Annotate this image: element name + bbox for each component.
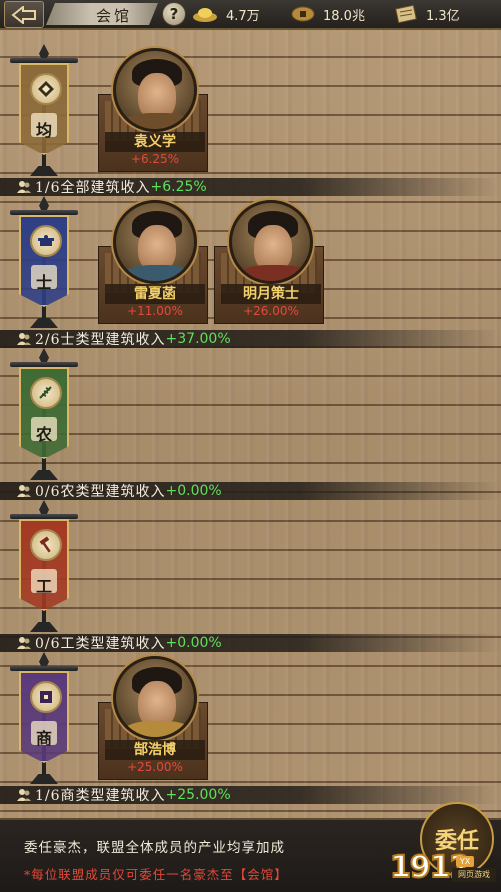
- diamond-emblem-icon: [30, 73, 62, 105]
- banner-char: 士: [35, 273, 52, 292]
- banner-flag-trade[interactable]: 商: [10, 652, 78, 792]
- watermark-subtitle: 网页游戏: [452, 868, 496, 882]
- top-bar: 会馆 ? 4.7万 18.0兆 1.3亿: [0, 0, 501, 30]
- bonus-percent: +0.00%: [165, 635, 222, 651]
- banner-flag-scholar[interactable]: 士: [10, 196, 78, 336]
- hero-card[interactable]: 郜浩博 +25.00%: [105, 656, 205, 776]
- resource-silver: 4.7万: [192, 3, 260, 25]
- coin-icon: [291, 6, 315, 22]
- scholar-hat-emblem-icon: [30, 225, 62, 257]
- help-button[interactable]: ?: [162, 2, 186, 26]
- people-icon: [17, 637, 31, 649]
- bonus-bar-all: 1/6全部建筑收入 +6.25%: [0, 178, 501, 196]
- section-farm: 农 0/6农类型建筑收入 +0.00%: [0, 348, 501, 500]
- banner-cloth: 商: [19, 671, 69, 763]
- hero-bonus: +26.00%: [243, 304, 299, 318]
- wheat-emblem-icon: [30, 377, 62, 409]
- hero-card[interactable]: 雷夏菡 +11.00%: [105, 200, 205, 320]
- footer-description: 委任豪杰，联盟全体成员的产业均享加成: [24, 840, 285, 856]
- resource-coin: 18.0兆: [291, 3, 365, 25]
- watermark-yx-badge: YX: [456, 856, 474, 867]
- bonus-percent: +0.00%: [165, 483, 222, 499]
- bonus-percent: +25.00%: [165, 787, 231, 803]
- hero-robe: [238, 265, 310, 281]
- flag-crossbar: [10, 514, 78, 519]
- banner-flag-all[interactable]: 均: [10, 44, 78, 184]
- people-icon: [17, 485, 31, 497]
- hero-portrait: [113, 656, 197, 740]
- section-craft: 工 0/6工类型建筑收入 +0.00%: [0, 500, 501, 652]
- hero-bonus: +11.00%: [127, 304, 183, 318]
- flag-crossbar: [10, 58, 78, 63]
- hero-robe: [122, 113, 194, 129]
- flag-crossbar: [10, 210, 78, 215]
- footer-note: *每位联盟成员仅可委任一名豪杰至【会馆】: [24, 867, 288, 882]
- flag-crossbar: [10, 362, 78, 367]
- coin-emblem-icon: [30, 681, 62, 713]
- hero-card[interactable]: 袁义学 +6.25%: [105, 48, 205, 168]
- banner-char: 工: [35, 577, 52, 596]
- bonus-text: 0/6农类型建筑收入: [35, 484, 166, 500]
- hero-portrait: [229, 200, 313, 284]
- hero-portrait: [113, 200, 197, 284]
- page-title: 会馆: [96, 7, 133, 25]
- flag-base: [30, 318, 58, 328]
- section-scholar: 士 2/6士类型建筑收入 +37.00% 雷夏菡 +11.00% 明月策士 +2…: [0, 196, 501, 348]
- people-icon: [17, 181, 31, 193]
- banner-flag-craft[interactable]: 工: [10, 500, 78, 640]
- resource-scroll-value: 1.3亿: [426, 8, 460, 24]
- people-icon: [17, 789, 31, 801]
- bonus-text: 1/6全部建筑收入: [35, 180, 151, 196]
- banner-char: 农: [35, 425, 52, 444]
- hammer-emblem-icon: [30, 529, 62, 561]
- resource-scroll: 1.3亿: [394, 3, 460, 25]
- flag-base: [30, 622, 58, 632]
- back-arrow-icon: [11, 5, 36, 24]
- bonus-bar-trade: 1/6商类型建筑收入 +25.00%: [0, 786, 501, 804]
- hero-bonus: +25.00%: [127, 760, 183, 774]
- bonus-percent: +6.25%: [150, 179, 207, 195]
- banner-char: 均: [35, 121, 52, 140]
- hero-card[interactable]: 明月策士 +26.00%: [221, 200, 321, 320]
- bonus-bar-scholar: 2/6士类型建筑收入 +37.00%: [0, 330, 501, 348]
- flag-base: [30, 774, 58, 784]
- hero-robe: [122, 265, 194, 281]
- section-trade: 商 1/6商类型建筑收入 +25.00% 郜浩博 +25.00%: [0, 652, 501, 804]
- banner-flag-farm[interactable]: 农: [10, 348, 78, 488]
- banner-char: 商: [35, 729, 52, 748]
- back-button[interactable]: [4, 1, 44, 28]
- hero-bonus: +6.25%: [130, 152, 180, 166]
- resource-coin-value: 18.0兆: [323, 8, 365, 24]
- scroll-icon: [395, 4, 417, 24]
- bonus-bar-craft: 0/6工类型建筑收入 +0.00%: [0, 634, 501, 652]
- hero-portrait: [113, 48, 197, 132]
- banner-cloth: 士: [19, 215, 69, 307]
- hero-name: 明月策士: [221, 284, 321, 304]
- flag-base: [30, 470, 58, 480]
- banner-cloth: 农: [19, 367, 69, 459]
- silver-ingot-icon: [193, 8, 217, 22]
- hero-robe: [122, 721, 194, 737]
- flag-crossbar: [10, 666, 78, 671]
- banner-cloth: 工: [19, 519, 69, 611]
- bonus-text: 1/6商类型建筑收入: [35, 788, 166, 804]
- people-icon: [17, 333, 31, 345]
- resource-silver-value: 4.7万: [226, 8, 260, 24]
- hero-name: 郜浩博: [105, 740, 205, 760]
- section-all: 均 1/6全部建筑收入 +6.25% 袁义学 +6.25%: [0, 44, 501, 196]
- bonus-text: 0/6工类型建筑收入: [35, 636, 166, 652]
- bonus-bar-farm: 0/6农类型建筑收入 +0.00%: [0, 482, 501, 500]
- banner-cloth: 均: [19, 63, 69, 155]
- bonus-text: 2/6士类型建筑收入: [35, 332, 166, 348]
- hero-name: 雷夏菡: [105, 284, 205, 304]
- flag-base: [30, 166, 58, 176]
- hero-name: 袁义学: [105, 132, 205, 152]
- bonus-percent: +37.00%: [165, 331, 231, 347]
